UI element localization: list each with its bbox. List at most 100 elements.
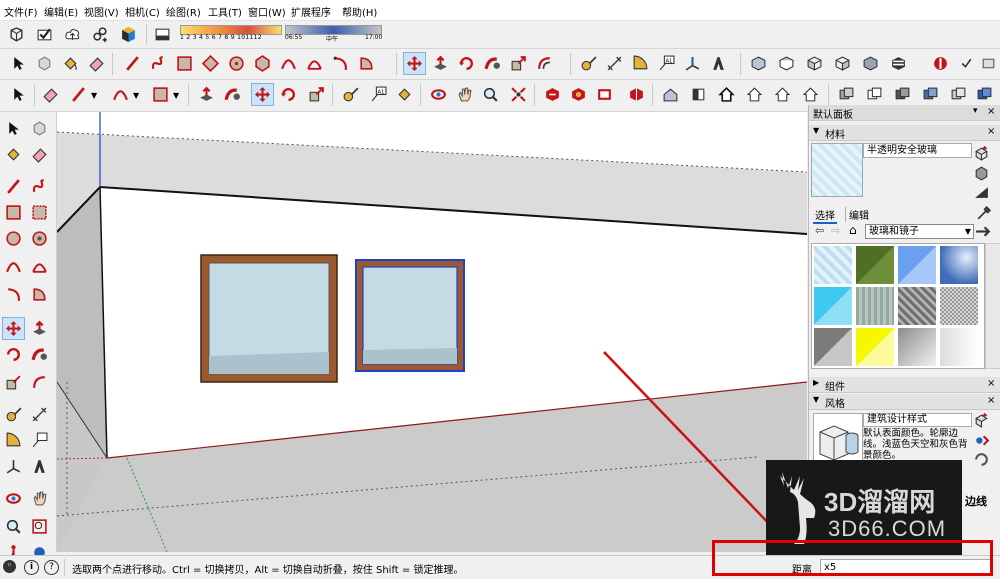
menu-edit[interactable]: 编辑(E)	[44, 4, 78, 19]
house-back-icon[interactable]	[772, 84, 793, 105]
menu-draw[interactable]: 绘图(R)	[166, 4, 201, 19]
details-arrow-icon[interactable]	[972, 221, 993, 242]
model-info-icon[interactable]	[6, 24, 27, 45]
left-component-icon[interactable]	[29, 118, 50, 139]
swatch-glass-blue[interactable]	[898, 246, 936, 284]
left-three-point-arc-icon[interactable]	[3, 284, 24, 305]
left-scale-icon[interactable]	[3, 372, 24, 393]
rotate-icon-2[interactable]	[278, 84, 299, 105]
face-style-shaded-icon[interactable]	[892, 84, 913, 105]
front-view-icon[interactable]	[804, 53, 825, 74]
left-dimension-icon[interactable]	[29, 404, 50, 425]
select-icon-2[interactable]	[8, 84, 29, 105]
follow-me-icon[interactable]	[482, 53, 503, 74]
left-rotate-icon[interactable]	[3, 344, 24, 365]
tab-select[interactable]: 选择	[813, 207, 837, 224]
swatch-glass-ribbed[interactable]	[856, 287, 894, 325]
window-right-selected[interactable]	[355, 259, 465, 372]
tape-measure-icon[interactable]	[578, 53, 599, 74]
pie-icon[interactable]	[356, 53, 377, 74]
xray-style-icon[interactable]	[888, 53, 909, 74]
swatch-sky-reflect[interactable]	[940, 246, 978, 284]
zoom-extents-icon[interactable]	[508, 84, 529, 105]
face-style-xray-icon[interactable]	[974, 84, 995, 105]
push-pull-icon-2[interactable]	[196, 84, 217, 105]
menu-file[interactable]: 文件(F)	[4, 4, 38, 19]
menu-extensions[interactable]: 扩展程序	[291, 4, 331, 19]
swatch-glass-green[interactable]	[856, 246, 894, 284]
left-polygon-icon[interactable]	[29, 228, 50, 249]
house-front-icon[interactable]	[716, 84, 737, 105]
tab-edit[interactable]: 编辑	[845, 207, 869, 222]
face-style-mono-icon[interactable]	[948, 84, 969, 105]
extension-manager-icon[interactable]	[626, 84, 647, 105]
left-protractor-icon[interactable]	[3, 430, 24, 451]
swatch-glass-gray[interactable]	[814, 328, 852, 366]
right-view-icon[interactable]	[832, 53, 853, 74]
left-eraser-icon[interactable]	[29, 144, 50, 165]
house-iso-icon[interactable]	[660, 84, 681, 105]
menu-window[interactable]: 窗口(W)	[248, 4, 286, 19]
protractor-icon[interactable]	[630, 53, 651, 74]
arc-tool-icon[interactable]	[110, 84, 131, 105]
left-pan-icon[interactable]	[29, 488, 50, 509]
line-dropdown-icon[interactable]: ▼	[91, 91, 97, 100]
paint-bucket-icon[interactable]	[60, 53, 81, 74]
iso-view-icon[interactable]	[748, 53, 769, 74]
two-point-arc-icon[interactable]	[304, 53, 325, 74]
components-close-icon[interactable]: ×	[987, 378, 995, 389]
shape-dropdown-icon[interactable]: ▼	[173, 91, 179, 100]
materials-header[interactable]: ▼ 材料 ×	[809, 125, 1000, 141]
follow-me-icon-2[interactable]	[222, 84, 243, 105]
create-style-icon[interactable]	[971, 410, 992, 431]
offset-icon[interactable]	[534, 53, 555, 74]
scale-icon[interactable]	[508, 53, 529, 74]
window-left[interactable]	[200, 254, 338, 383]
left-axes-icon[interactable]	[3, 456, 24, 477]
extension-warehouse-icon[interactable]	[118, 24, 139, 45]
face-style-textured-icon[interactable]	[920, 84, 941, 105]
text-icon-2[interactable]: A1	[368, 84, 389, 105]
text-icon[interactable]: A1	[656, 53, 677, 74]
info-icon[interactable]: i	[24, 560, 39, 575]
left-move-icon[interactable]	[2, 317, 25, 340]
back-view-icon[interactable]	[860, 53, 881, 74]
rotated-rectangle-icon[interactable]	[200, 53, 221, 74]
left-select-icon[interactable]	[3, 118, 24, 139]
3d-text-icon[interactable]	[708, 53, 729, 74]
house-left-icon[interactable]	[800, 84, 821, 105]
swatch-glass-yellow[interactable]	[856, 328, 894, 366]
left-line-icon[interactable]	[3, 176, 24, 197]
line-icon[interactable]	[122, 53, 143, 74]
left-rectangle-icon[interactable]	[3, 202, 24, 223]
section-plane-icon[interactable]	[930, 53, 951, 74]
top-view-icon[interactable]	[776, 53, 797, 74]
swatch-glass-cyan[interactable]	[814, 287, 852, 325]
zoom-icon[interactable]	[480, 84, 501, 105]
material-default-icon[interactable]	[971, 182, 992, 203]
left-orbit-icon[interactable]	[3, 488, 24, 509]
menu-camera[interactable]: 相机(C)	[125, 4, 160, 19]
swatch-scrollbar[interactable]	[985, 243, 1000, 369]
left-tape-icon[interactable]	[3, 404, 24, 425]
left-push-pull-icon[interactable]	[29, 318, 50, 339]
left-offset-icon[interactable]	[29, 372, 50, 393]
back-arrow-icon[interactable]: ⇦	[815, 224, 824, 237]
forward-arrow-icon[interactable]: ⇨	[831, 224, 840, 237]
arc-dropdown-icon[interactable]: ▼	[133, 91, 139, 100]
left-follow-me-icon[interactable]	[29, 344, 50, 365]
left-freehand-icon[interactable]	[29, 176, 50, 197]
create-material-icon[interactable]	[971, 143, 992, 164]
left-arc-icon[interactable]	[3, 256, 24, 277]
left-3d-text-icon[interactable]	[29, 456, 50, 477]
styles-header[interactable]: ▼ 风格 ×	[809, 394, 1000, 410]
warehouse-upload-icon[interactable]	[62, 24, 83, 45]
shape-tool-icon[interactable]	[150, 84, 171, 105]
move-tool-active-icon[interactable]	[251, 83, 274, 106]
classifier-icon[interactable]	[34, 24, 55, 45]
scene-canvas[interactable]	[57, 112, 807, 552]
left-zoom-window-icon[interactable]	[29, 516, 50, 537]
orbit-icon[interactable]	[428, 84, 449, 105]
scale-icon-2[interactable]	[306, 84, 327, 105]
left-rotated-rectangle-icon[interactable]	[29, 202, 50, 223]
